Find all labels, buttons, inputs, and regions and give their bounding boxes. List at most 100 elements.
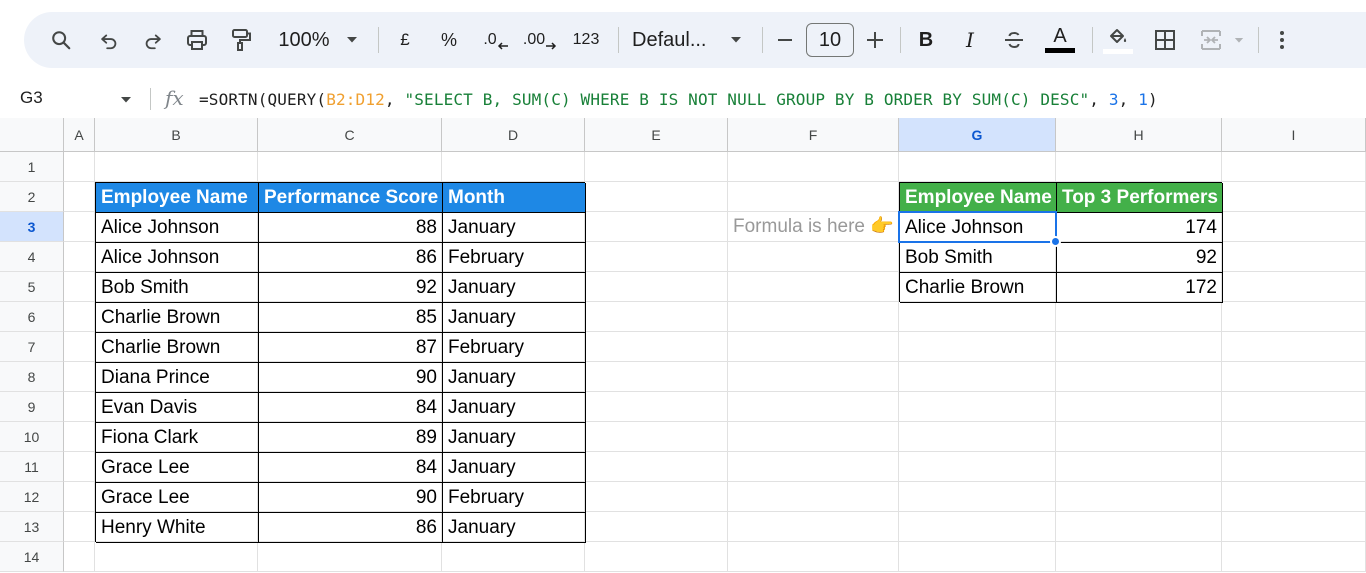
result-data-cell[interactable]: Charlie Brown bbox=[900, 273, 1057, 303]
grid-cell[interactable] bbox=[585, 422, 728, 452]
grid-cell[interactable] bbox=[1056, 482, 1222, 512]
select-all-corner[interactable] bbox=[0, 118, 64, 152]
grid-cell[interactable] bbox=[585, 542, 728, 572]
search-menus-button[interactable] bbox=[46, 12, 76, 68]
font-size-input[interactable]: 10 bbox=[806, 23, 854, 57]
grid-cell[interactable] bbox=[899, 392, 1056, 422]
source-data-cell[interactable]: Henry White bbox=[96, 513, 259, 543]
grid-cell[interactable] bbox=[899, 362, 1056, 392]
grid-cell[interactable] bbox=[64, 182, 95, 212]
name-box-dropdown[interactable] bbox=[120, 91, 132, 109]
grid-cell[interactable] bbox=[728, 542, 899, 572]
grid-cell[interactable] bbox=[728, 182, 899, 212]
formula-input[interactable]: =SORTN(QUERY(B2:D12, "SELECT B, SUM(C) W… bbox=[199, 90, 1158, 109]
grid-cell[interactable] bbox=[64, 272, 95, 302]
source-data-cell[interactable]: Grace Lee bbox=[96, 453, 259, 483]
grid-cell[interactable] bbox=[585, 182, 728, 212]
grid-cell[interactable] bbox=[1056, 452, 1222, 482]
source-data-cell[interactable]: 84 bbox=[259, 393, 443, 423]
grid-cell[interactable] bbox=[95, 542, 258, 572]
grid-cell[interactable] bbox=[64, 362, 95, 392]
increase-decimal-button[interactable]: .00 bbox=[520, 12, 560, 68]
source-data-cell[interactable]: January bbox=[443, 393, 586, 423]
grid-cell[interactable] bbox=[585, 212, 728, 242]
source-data-cell[interactable]: 86 bbox=[259, 513, 443, 543]
column-header-h[interactable]: H bbox=[1056, 118, 1222, 152]
grid-cell[interactable] bbox=[899, 332, 1056, 362]
grid-cell[interactable] bbox=[1056, 332, 1222, 362]
grid-cell[interactable] bbox=[442, 542, 585, 572]
result-header-cell[interactable]: Top 3 Performers bbox=[1057, 183, 1223, 213]
row-header-1[interactable]: 1 bbox=[0, 152, 64, 182]
grid-cell[interactable] bbox=[899, 482, 1056, 512]
grid-cell[interactable] bbox=[64, 332, 95, 362]
column-header-d[interactable]: D bbox=[442, 118, 585, 152]
row-header-2[interactable]: 2 bbox=[0, 182, 64, 212]
grid-cell[interactable] bbox=[585, 332, 728, 362]
source-data-cell[interactable]: February bbox=[443, 243, 586, 273]
row-header-12[interactable]: 12 bbox=[0, 482, 64, 512]
font-family-select[interactable]: Defaul... bbox=[632, 12, 716, 68]
source-data-cell[interactable]: January bbox=[443, 273, 586, 303]
grid-cell[interactable] bbox=[1056, 422, 1222, 452]
more-formats-button[interactable]: 123 bbox=[568, 12, 604, 68]
grid-cell[interactable] bbox=[1222, 182, 1366, 212]
source-data-cell[interactable]: Bob Smith bbox=[96, 273, 259, 303]
source-data-cell[interactable]: January bbox=[443, 363, 586, 393]
source-data-cell[interactable]: 90 bbox=[259, 483, 443, 513]
row-header-13[interactable]: 13 bbox=[0, 512, 64, 542]
grid-cell[interactable] bbox=[728, 392, 899, 422]
grid-cell[interactable] bbox=[1222, 482, 1366, 512]
source-data-cell[interactable]: Alice Johnson bbox=[96, 213, 259, 243]
paint-format-button[interactable] bbox=[226, 12, 256, 68]
source-data-cell[interactable]: February bbox=[443, 333, 586, 363]
grid-cell[interactable] bbox=[1056, 392, 1222, 422]
grid-cell[interactable] bbox=[1056, 512, 1222, 542]
grid-cell[interactable] bbox=[64, 452, 95, 482]
font-family-dropdown[interactable] bbox=[726, 12, 746, 68]
row-header-8[interactable]: 8 bbox=[0, 362, 64, 392]
grid-cell[interactable] bbox=[1222, 512, 1366, 542]
grid-cell[interactable] bbox=[1222, 242, 1366, 272]
fill-color-button[interactable] bbox=[1100, 12, 1136, 68]
grid-cell[interactable] bbox=[64, 482, 95, 512]
row-header-14[interactable]: 14 bbox=[0, 542, 64, 572]
grid-cell[interactable] bbox=[899, 422, 1056, 452]
result-data-cell[interactable]: Alice Johnson bbox=[900, 213, 1057, 243]
column-header-e[interactable]: E bbox=[585, 118, 728, 152]
row-header-7[interactable]: 7 bbox=[0, 332, 64, 362]
row-header-4[interactable]: 4 bbox=[0, 242, 64, 272]
grid-cell[interactable] bbox=[64, 212, 95, 242]
bold-button[interactable]: B bbox=[912, 12, 940, 68]
grid-cell[interactable] bbox=[1222, 452, 1366, 482]
grid-cell[interactable] bbox=[728, 362, 899, 392]
grid-cell[interactable] bbox=[585, 302, 728, 332]
grid-cell[interactable] bbox=[728, 272, 899, 302]
grid-cell[interactable] bbox=[64, 512, 95, 542]
grid-cell[interactable] bbox=[258, 152, 442, 182]
source-data-cell[interactable]: Fiona Clark bbox=[96, 423, 259, 453]
grid-cell[interactable] bbox=[1056, 542, 1222, 572]
zoom-dropdown[interactable] bbox=[342, 12, 362, 68]
grid-cell[interactable] bbox=[1056, 302, 1222, 332]
grid-cell[interactable] bbox=[728, 422, 899, 452]
column-header-a[interactable]: A bbox=[64, 118, 95, 152]
decrease-font-size-button[interactable] bbox=[772, 12, 798, 68]
grid-cell[interactable] bbox=[64, 242, 95, 272]
source-data-cell[interactable]: January bbox=[443, 423, 586, 453]
row-header-9[interactable]: 9 bbox=[0, 392, 64, 422]
grid-cell[interactable] bbox=[585, 392, 728, 422]
result-data-cell[interactable]: 92 bbox=[1057, 243, 1223, 273]
source-data-cell[interactable]: January bbox=[443, 513, 586, 543]
percent-format-button[interactable]: % bbox=[434, 12, 464, 68]
grid-cell[interactable] bbox=[728, 332, 899, 362]
source-header-cell[interactable]: Month bbox=[443, 183, 586, 213]
currency-format-button[interactable]: £ bbox=[390, 12, 420, 68]
zoom-select[interactable]: 100% bbox=[272, 12, 336, 68]
grid-cell[interactable] bbox=[585, 482, 728, 512]
result-data-cell[interactable]: Bob Smith bbox=[900, 243, 1057, 273]
source-data-cell[interactable]: 85 bbox=[259, 303, 443, 333]
row-header-6[interactable]: 6 bbox=[0, 302, 64, 332]
decrease-decimal-button[interactable]: .0 bbox=[476, 12, 516, 68]
grid-cell[interactable] bbox=[728, 242, 899, 272]
